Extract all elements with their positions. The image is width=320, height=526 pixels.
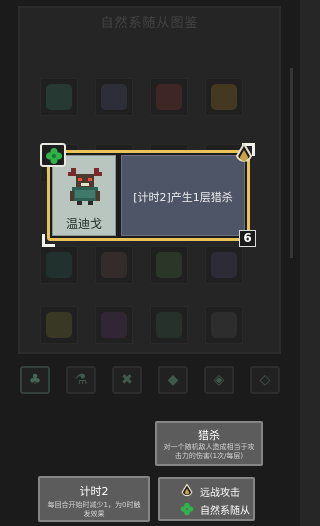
clover-badge	[40, 143, 66, 167]
drop-icon	[235, 143, 253, 162]
unit-card[interactable]: 温迪戈 [计时2]产生1层猎杀	[47, 150, 250, 241]
drop-icon	[181, 484, 193, 497]
tag-combat-label: 远战攻击	[200, 488, 240, 499]
tooltip-timer: 计时2 每回合开始时减少1，为0时触发效果	[38, 476, 150, 522]
tooltip-hunt-title: 猎杀	[198, 429, 220, 442]
tooltip-hunt-body: 对一个随机敌人造成相当于攻击力的伤害(1次/每层)	[163, 443, 255, 460]
tag-nature-label: 自然系随从	[200, 506, 250, 517]
tooltip-timer-body: 每回合开始时减少1，为0时触发效果	[47, 501, 141, 518]
unit-description: [计时2]产生1层猎杀	[133, 191, 233, 204]
tooltip-timer-title: 计时2	[79, 485, 109, 498]
unit-portrait: 温迪戈	[52, 155, 116, 236]
clover-icon	[45, 147, 63, 165]
clover-icon	[180, 502, 194, 516]
tag-nature: 自然系随从	[160, 501, 253, 518]
unit-description-box: [计时2]产生1层猎杀	[121, 155, 245, 236]
cost-badge: 6	[239, 230, 256, 247]
tag-combat: 远战攻击	[160, 483, 253, 500]
tooltip-hunt: 猎杀 对一个随机敌人造成相当于攻击力的伤害(1次/每层)	[155, 421, 263, 466]
unit-name: 温迪戈	[65, 217, 102, 231]
tooltip-tags: 远战攻击 自然系随从	[158, 477, 255, 521]
wendigo-sprite-icon	[68, 168, 102, 205]
